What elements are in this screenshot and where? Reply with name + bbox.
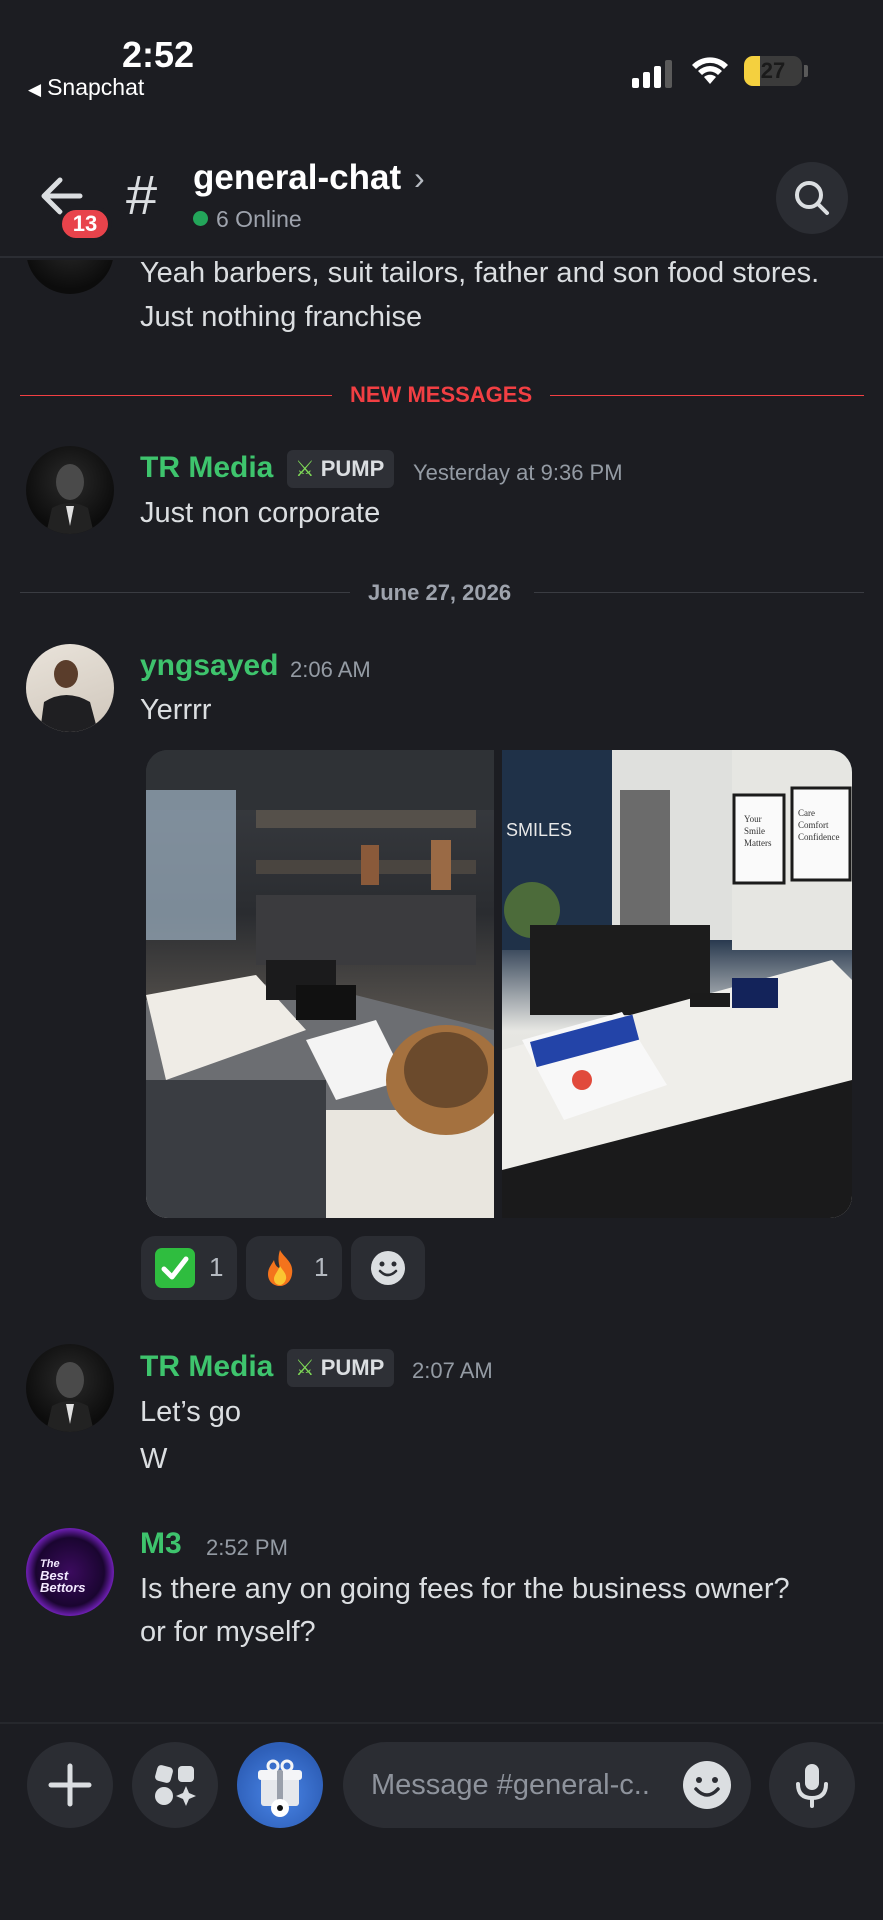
apps-icon: [155, 1765, 196, 1806]
plus-icon: [48, 1763, 92, 1807]
avatar[interactable]: [26, 1344, 114, 1432]
dental-reception-photo: SMILES Your Smile Matters Care Comfort C…: [502, 750, 852, 1218]
svg-text:Comfort: Comfort: [798, 820, 829, 830]
battery-level: 27: [760, 58, 786, 83]
svg-text:Matters: Matters: [744, 838, 772, 848]
attachment-image[interactable]: [146, 750, 506, 1218]
search-icon: [795, 181, 829, 215]
new-messages-divider: [20, 395, 332, 396]
message-timestamp: 2:52 PM: [206, 1535, 288, 1560]
svg-text:Smile: Smile: [744, 826, 765, 836]
masked-figure-image: [46, 1362, 94, 1432]
svg-text:Your: Your: [744, 814, 762, 824]
avatar[interactable]: The Best Bettors: [26, 1528, 114, 1616]
message-text: Just non corporate: [140, 497, 381, 529]
check-mark-icon: [155, 1248, 195, 1288]
new-messages-label: NEW MESSAGES: [350, 382, 533, 407]
message-author[interactable]: TR Media: [140, 451, 273, 485]
status-time: 2:52: [122, 34, 195, 75]
avatar[interactable]: [26, 644, 114, 732]
message-author[interactable]: M3: [140, 1527, 182, 1561]
avatar-logo-text: The Best Bettors: [40, 1558, 86, 1595]
svg-text:SMILES: SMILES: [506, 820, 572, 840]
smiley-icon[interactable]: [681, 1759, 733, 1811]
message-timestamp: Yesterday at 9:36 PM: [413, 460, 623, 485]
battery-icon: 27: [744, 56, 802, 86]
hash-icon: #: [126, 163, 158, 226]
person-photo-image: [40, 660, 98, 732]
fire-icon: [268, 1250, 293, 1286]
microphone-icon: [796, 1764, 828, 1808]
message-input-container[interactable]: [343, 1742, 751, 1828]
gift-button[interactable]: [237, 1742, 323, 1828]
svg-text:Care: Care: [798, 808, 815, 818]
back-app-label: Snapchat: [47, 74, 145, 100]
voice-message-button[interactable]: [769, 1742, 855, 1828]
channel-title[interactable]: general-chat: [193, 158, 401, 198]
sword-icon: ⚔: [295, 1355, 315, 1380]
masked-figure-image: [46, 464, 94, 534]
add-attachment-button[interactable]: [27, 1742, 113, 1828]
reaction-count: 1: [314, 1252, 329, 1282]
shop-counter-photo: [146, 750, 506, 1218]
image-attachments[interactable]: SMILES Your Smile Matters Care Comfort C…: [146, 750, 852, 1218]
add-reaction-button[interactable]: [351, 1236, 425, 1300]
date-separator-label: June 27, 2026: [368, 580, 512, 605]
status-bar: 2:52 ◀ Snapchat 27: [0, 0, 883, 110]
smiley-icon: [371, 1251, 405, 1285]
attachment-image[interactable]: SMILES Your Smile Matters Care Comfort C…: [502, 750, 852, 1218]
chevron-right-icon[interactable]: ›: [414, 160, 425, 197]
signal-icon: [632, 60, 676, 88]
reaction-check[interactable]: 1: [141, 1236, 237, 1300]
role-tag[interactable]: ⚔ PUMP: [287, 1349, 395, 1387]
message-text: Let’s go: [140, 1396, 242, 1428]
date-divider: [20, 592, 350, 593]
apps-button[interactable]: [132, 1742, 218, 1828]
message-text: Is there any on going fees for the busin…: [140, 1573, 790, 1605]
svg-text:Confidence: Confidence: [798, 832, 839, 842]
channel-header: 13 # general-chat › 6 Online: [0, 140, 883, 258]
message-author[interactable]: TR Media: [140, 1350, 273, 1384]
wifi-icon: [692, 57, 728, 84]
message-input[interactable]: [371, 1760, 671, 1810]
online-status: 6 Online: [193, 206, 302, 233]
back-to-app-link[interactable]: ◀ Snapchat: [28, 74, 144, 101]
online-dot-icon: [193, 211, 208, 226]
message-timestamp: 2:07 AM: [412, 1358, 493, 1383]
back-triangle-icon: ◀: [28, 80, 42, 99]
message-text: W: [140, 1443, 168, 1475]
search-button[interactable]: [776, 162, 848, 234]
unread-badge: 13: [58, 206, 112, 242]
message-text: Yerrrr: [140, 694, 212, 726]
avatar[interactable]: [26, 446, 114, 534]
role-tag[interactable]: ⚔ PUMP: [287, 450, 395, 488]
message-timestamp: 2:06 AM: [290, 657, 371, 682]
reaction-count: 1: [209, 1252, 224, 1282]
reaction-fire[interactable]: 1: [246, 1236, 342, 1300]
gift-icon: [258, 1759, 302, 1817]
message-author[interactable]: yngsayed: [140, 649, 278, 683]
online-count: 6 Online: [216, 206, 302, 232]
message-text: Yeah barbers, suit tailors, father and s…: [140, 257, 820, 333]
message-text: or for myself?: [140, 1616, 316, 1648]
sword-icon: ⚔: [295, 456, 315, 481]
